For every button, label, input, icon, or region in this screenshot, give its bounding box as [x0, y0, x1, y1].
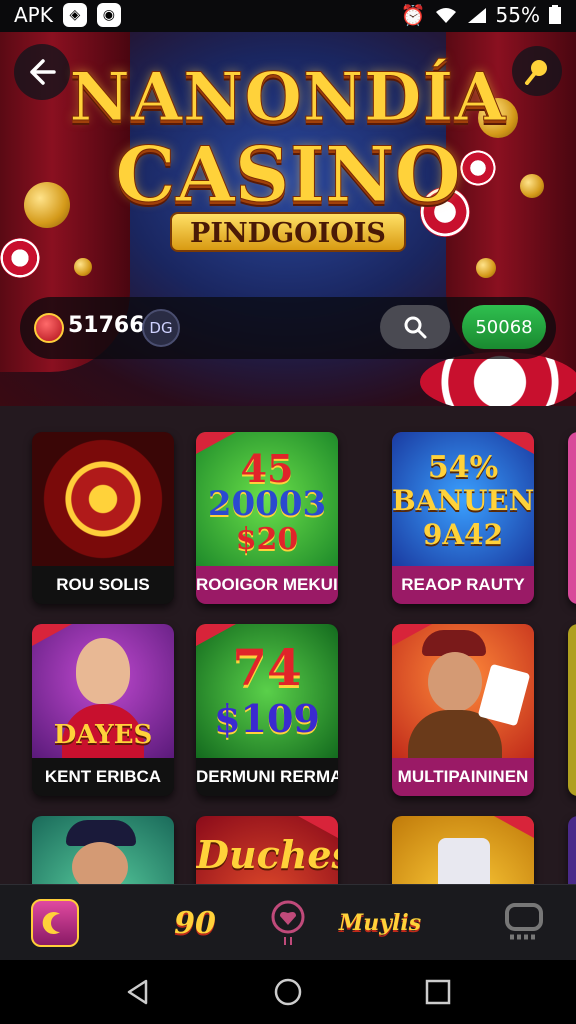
app-notification-icon: ◈ — [62, 3, 87, 27]
balance-coin-icon — [34, 313, 64, 343]
game-label: DERMUNI RERMAM — [196, 758, 338, 796]
system-back-button[interactable] — [122, 976, 154, 1008]
triangle-back-icon — [127, 979, 148, 1005]
roulette-art — [32, 432, 174, 566]
game-label: MULTIPAININEN — [397, 767, 529, 786]
battery-percent: 55% — [495, 3, 540, 27]
game-tile[interactable] — [392, 816, 534, 884]
nav-my-account[interactable]: Muylis — [338, 895, 422, 951]
nav-promotions-label: 90 — [174, 905, 216, 941]
game-tile[interactable]: 54% BANUEN 9A42 REAOP RAUTY — [392, 432, 534, 604]
game-tile[interactable]: 45 20003 $20 ROOIGOR MEKUIS — [196, 432, 338, 604]
nav-promotions[interactable]: 90 — [160, 895, 230, 951]
game-art: 54% BANUEN 9A42 — [392, 432, 534, 566]
heart-icon — [271, 900, 305, 945]
square-recents-icon — [425, 979, 451, 1005]
casino-title-line2: CASINO — [115, 130, 462, 220]
signal-icon — [467, 8, 486, 23]
balance-bar: 517666 DG 50068 — [20, 297, 556, 359]
games-grid: ROU SOLIS 45 20003 $20 ROOIGOR MEKUIS 54… — [0, 406, 576, 884]
game-tile[interactable]: MULTIPAININEN — [392, 624, 534, 796]
gamepad-icon — [505, 903, 543, 940]
system-home-button[interactable] — [272, 976, 304, 1008]
game-art: 74 $109 — [196, 624, 338, 758]
game-art: DAYES — [32, 624, 174, 758]
hero-banner: NANONDÍA CASINO PINDGOIOIS 517666 DG 500… — [0, 32, 576, 406]
system-navigation-bar — [0, 960, 576, 1024]
game-label: ROOIGOR MEKUIS — [196, 575, 338, 594]
status-bar: APK ◈ ◉ ⏰ 55% — [0, 0, 576, 32]
app-notification-icon-2: ◉ — [96, 3, 121, 27]
status-app-label: APK — [14, 3, 53, 27]
nav-more[interactable] — [496, 895, 552, 951]
game-tile-partial[interactable] — [568, 816, 576, 884]
coin-decoration — [476, 258, 496, 278]
game-tile[interactable]: 74 $109 DERMUNI RERMAM — [196, 624, 338, 796]
game-tile-partial[interactable] — [568, 432, 576, 604]
poker-chip-decoration — [0, 238, 40, 278]
game-tile[interactable]: DAYES KENT ERIBCA — [32, 624, 174, 796]
coin-decoration — [74, 258, 92, 276]
game-tile-partial[interactable] — [568, 624, 576, 796]
game-tile[interactable]: ROU SOLIS — [32, 432, 174, 604]
casino-title-line1: NANONDÍA — [69, 58, 507, 137]
nav-home[interactable] — [26, 895, 84, 951]
wifi-icon — [435, 8, 456, 23]
search-icon — [404, 316, 427, 339]
game-art — [392, 624, 534, 758]
nav-my-account-label: Muylis — [338, 910, 422, 936]
game-tile[interactable]: Duches — [196, 816, 338, 884]
alarm-icon: ⏰ — [400, 3, 426, 27]
currency-badge[interactable]: DG — [142, 309, 180, 347]
game-label: REAOP RAUTY — [401, 575, 525, 594]
battery-icon — [549, 5, 561, 24]
casino-subtitle: PINDGOIOIS — [170, 212, 406, 252]
system-recents-button[interactable] — [422, 976, 454, 1008]
game-label: KENT ERIBCA — [32, 758, 174, 796]
bottom-navigation: 90 Muylis — [0, 884, 576, 960]
deposit-button[interactable]: 50068 — [462, 305, 546, 349]
search-button[interactable] — [380, 305, 450, 349]
poker-chip-decoration — [420, 352, 576, 406]
circle-home-icon — [274, 978, 302, 1006]
game-tile[interactable] — [32, 816, 174, 884]
game-art: 45 20003 $20 — [196, 432, 338, 566]
game-label: ROU SOLIS — [32, 566, 174, 604]
home-icon — [31, 899, 79, 947]
nav-favorites[interactable] — [262, 895, 314, 951]
